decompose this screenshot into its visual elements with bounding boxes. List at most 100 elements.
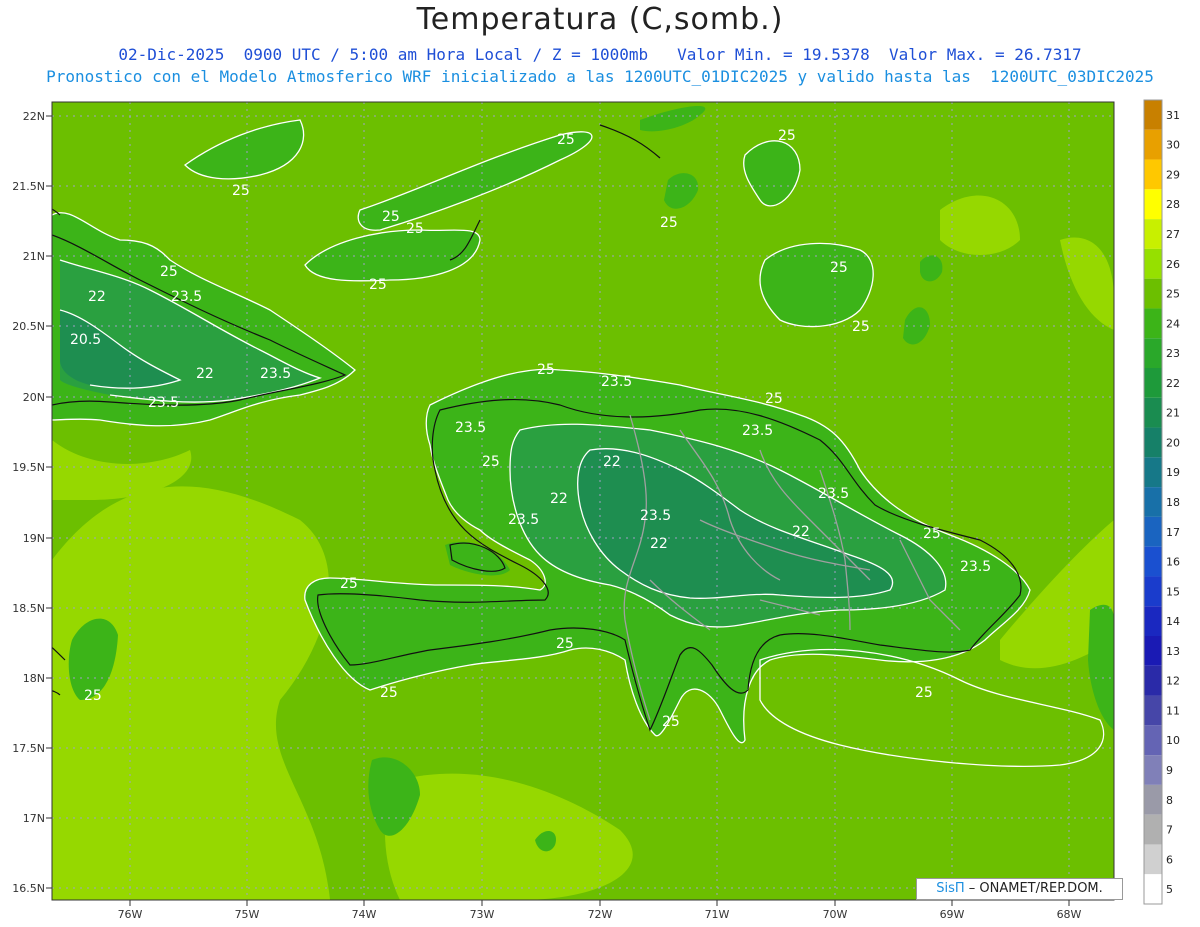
legend-level-label: 25 [1166,288,1180,301]
legend-swatch [1144,695,1162,726]
contour-value-label: 23.5 [508,512,539,528]
legend-level-label: 27 [1166,228,1180,241]
contour-value-label: 22 [88,289,106,305]
legend-level-label: 8 [1166,794,1173,807]
legend-level-label: 18 [1166,496,1180,509]
legend-swatch [1144,129,1162,160]
legend-level-label: 5 [1166,883,1173,896]
legend-swatch [1144,487,1162,517]
legend-level-label: 16 [1166,556,1180,569]
contour-value-label: 23.5 [818,486,849,502]
lon-tick-label: 76W [118,908,143,921]
contour-value-label: 25 [923,526,941,542]
contour-value-label: 25 [406,221,424,237]
contour-value-label: 22 [603,454,621,470]
legend-swatch [1144,874,1162,904]
legend-swatch [1144,814,1162,845]
lon-tick-label: 73W [470,908,495,921]
contour-value-label: 23.5 [148,395,179,411]
contour-value-label: 25 [380,685,398,701]
legend-swatch [1144,100,1162,130]
lat-tick-label: 19N [23,532,45,545]
legend-level-label: 12 [1166,675,1180,688]
contour-value-label: 25 [557,132,575,148]
contour-value-label: 23.5 [742,423,773,439]
legend-swatch [1144,725,1162,756]
credit-brand: SisΠ [936,881,965,896]
contour-value-label: 23.5 [960,559,991,575]
legend-swatch [1144,844,1162,875]
contour-value-label: 25 [660,215,678,231]
contour-value-label: 25 [369,277,387,293]
contour-value-label: 25 [232,183,250,199]
legend-swatch [1144,308,1162,339]
legend-swatch [1144,159,1162,190]
contour-value-label: 25 [765,391,783,407]
legend-level-label: 6 [1166,853,1173,866]
lat-tick-label: 19.5N [12,461,45,474]
contour-value-label: 25 [537,362,555,378]
legend-level-label: 23 [1166,347,1180,360]
lat-tick-label: 17.5N [12,742,45,755]
contour-value-label: 25 [382,209,400,225]
lat-tick-label: 18N [23,672,45,685]
contour-value-label: 25 [778,128,796,144]
contour-value-label: 20.5 [70,332,101,348]
legend-swatch [1144,278,1162,309]
legend-level-label: 24 [1166,317,1180,330]
temperature-map: 25 25 25 25 25 25 25 25 25 25 25 25 25 25 25 25 25 25 25 25… [12,99,1180,921]
contour-value-label: 22 [550,491,568,507]
lat-tick-label: 20N [23,391,45,404]
legend-level-label: 26 [1166,258,1180,271]
legend-swatch [1144,576,1162,607]
lat-tick-label: 20.5N [12,320,45,333]
lon-tick-label: 70W [823,908,848,921]
credit-box: SisΠ – ONAMET/REP.DOM. [916,878,1123,900]
legend-level-label: 13 [1166,645,1180,658]
legend-swatch [1144,606,1162,636]
legend-swatch [1144,397,1162,428]
lon-tick-label: 72W [588,908,613,921]
contour-value-label: 22 [196,366,214,382]
contour-value-label: 23.5 [171,289,202,305]
legend-swatch [1144,338,1162,368]
legend-level-label: 29 [1166,168,1180,181]
lon-tick-label: 71W [705,908,730,921]
legend-level-label: 30 [1166,139,1180,152]
contour-value-label: 23.5 [601,374,632,390]
longitude-labels: 76W 75W 74W 73W 72W 71W 70W 69W 68W [118,900,1082,921]
lat-tick-label: 16.5N [12,882,45,895]
contour-value-label: 25 [852,319,870,335]
legend-level-label: 22 [1166,377,1180,390]
color-legend: 31 30 29 28 27 26 25 24 23 22 21 20 19 18 17 16 15 14 13 12… [1143,99,1180,905]
contour-value-label: 23.5 [260,366,291,382]
contour-value-label: 25 [662,714,680,730]
legend-level-label: 31 [1166,109,1180,122]
legend-level-label: 28 [1166,198,1180,211]
legend-swatch [1144,189,1162,220]
lat-tick-label: 18.5N [12,602,45,615]
contour-value-label: 23.5 [640,508,671,524]
legend-level-label: 20 [1166,436,1180,449]
legend-level-label: 19 [1166,466,1180,479]
legend-swatch [1144,784,1162,815]
lat-tick-label: 21.5N [12,180,45,193]
legend-level-label: 14 [1166,615,1180,628]
legend-swatch [1144,755,1162,785]
lon-tick-label: 68W [1057,908,1082,921]
lon-tick-label: 74W [352,908,377,921]
contour-value-label: 25 [84,688,102,704]
credit-text: – ONAMET/REP.DOM. [964,881,1103,896]
legend-swatch [1144,457,1162,488]
contour-value-label: 25 [340,576,358,592]
lon-tick-label: 69W [940,908,965,921]
legend-level-label: 9 [1166,764,1173,777]
lon-tick-label: 75W [235,908,260,921]
legend-level-label: 21 [1166,407,1180,420]
legend-level-label: 11 [1166,704,1180,717]
contour-value-label: 25 [915,685,933,701]
legend-swatch [1144,368,1162,398]
contour-value-label: 25 [830,260,848,276]
legend-swatch [1144,636,1162,666]
legend-level-label: 15 [1166,585,1180,598]
